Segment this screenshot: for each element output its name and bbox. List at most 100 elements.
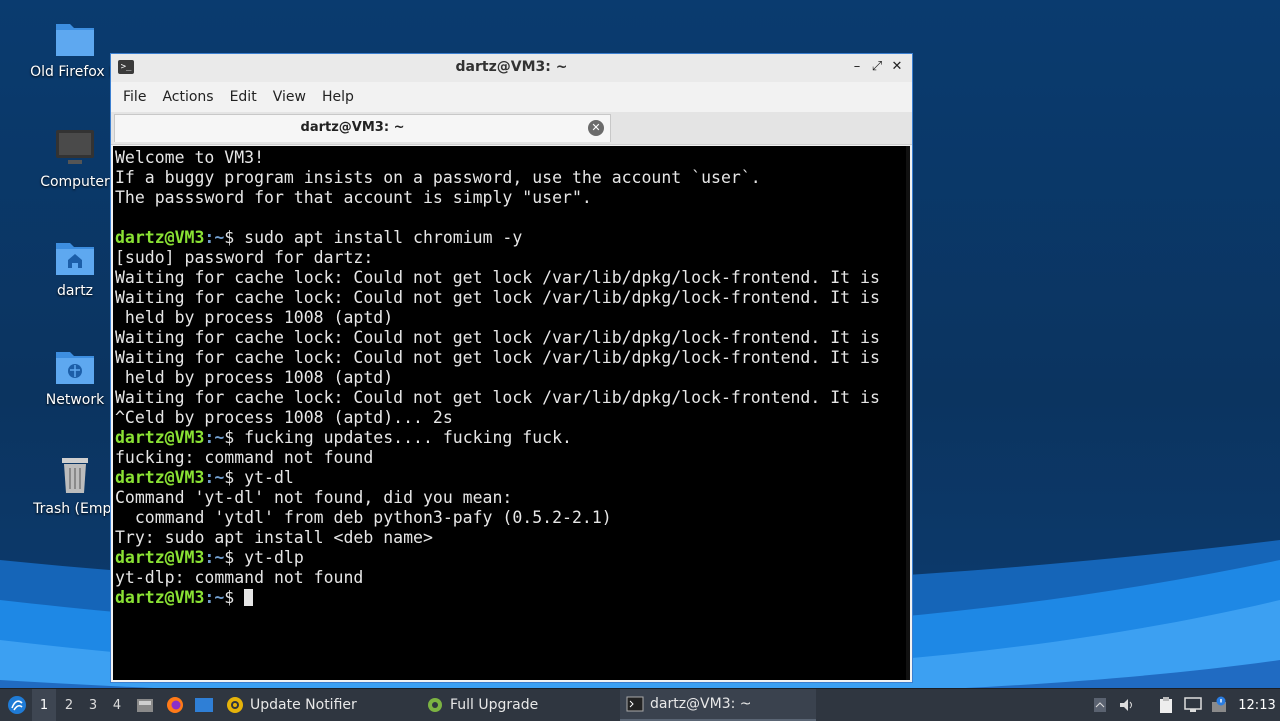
folder-icon [56, 24, 94, 56]
workspace-3[interactable]: 3 [81, 689, 105, 721]
command-text: yt-dlp [244, 548, 304, 567]
file-manager-icon [137, 699, 153, 712]
show-desktop-button[interactable] [192, 689, 216, 721]
prompt-user: dartz@VM3 [115, 428, 205, 447]
terminal-window[interactable]: >_ dartz@VM3: ~ – ⤢ ✕ File Actions Edit … [110, 53, 913, 683]
taskbar-window-full-upgrade[interactable]: Full Upgrade [420, 689, 622, 721]
terminal-prompt-line: dartz@VM3:~$ [115, 588, 880, 608]
terminal-output-line: yt-dlp: command not found [115, 568, 364, 587]
network-status-button[interactable] [1182, 689, 1204, 721]
terminal-output-line: If a buggy program insists on a password… [115, 168, 761, 187]
tab-close-icon[interactable]: ✕ [588, 120, 604, 136]
terminal-output[interactable]: Welcome to VM3! If a buggy program insist… [113, 146, 910, 680]
prompt-symbol: $ [224, 588, 245, 607]
clipboard-icon [1160, 697, 1172, 713]
prompt-symbol: $ [224, 548, 245, 567]
home-folder-icon [56, 243, 94, 275]
command-text: yt-dl [244, 468, 294, 487]
taskbar-window-label: Full Upgrade [450, 697, 539, 713]
terminal-output-line: Try: sudo apt install <deb name> [115, 528, 433, 547]
prompt-user: dartz@VM3 [115, 548, 205, 567]
network-icon [1184, 697, 1202, 712]
menu-bar: File Actions Edit View Help [111, 82, 912, 112]
lubuntu-logo-icon [8, 696, 26, 714]
prompt-path: :~ [204, 468, 225, 487]
network-folder-icon [56, 352, 94, 384]
terminal-output-line: Command 'yt-dl' not found, did you mean: [115, 488, 513, 507]
terminal-output-line: The passsword for that account is simply… [115, 188, 592, 207]
taskbar-window-terminal[interactable]: dartz@VM3: ~ [620, 689, 816, 721]
prompt-user: dartz@VM3 [115, 588, 205, 607]
trash-icon [62, 458, 88, 493]
prompt-symbol: $ [224, 428, 245, 447]
start-menu-button[interactable] [4, 689, 30, 721]
speaker-icon [1120, 699, 1132, 711]
taskbar-window-label: dartz@VM3: ~ [650, 696, 752, 712]
taskbar: 1 2 3 4 Update Notifier Full Upgrade dar… [0, 688, 1280, 721]
update-notifier-icon [227, 697, 243, 713]
firefox-launcher[interactable] [163, 689, 187, 721]
menu-actions[interactable]: Actions [154, 89, 221, 105]
terminal-output-line: Waiting for cache lock: Could not get lo… [115, 268, 880, 287]
prompt-path: :~ [204, 228, 225, 247]
terminal-icon [626, 696, 644, 712]
menu-edit[interactable]: Edit [222, 89, 265, 105]
workspace-2[interactable]: 2 [57, 689, 81, 721]
terminal-cursor [244, 589, 254, 606]
minimize-button[interactable]: – [848, 58, 866, 76]
menu-view[interactable]: View [265, 89, 314, 105]
volume-button[interactable] [1117, 689, 1137, 721]
tab-label: dartz@VM3: ~ [300, 120, 405, 135]
taskbar-window-label: Update Notifier [250, 697, 357, 713]
terminal-output-line: held by process 1008 (aptd) [115, 368, 394, 387]
firefox-icon [167, 697, 183, 713]
terminal-output-line: Welcome to VM3! [115, 148, 265, 167]
prompt-path: :~ [204, 428, 225, 447]
update-info-icon [1212, 696, 1226, 712]
terminal-prompt-line: dartz@VM3:~$ sudo apt install chromium -… [115, 228, 880, 248]
terminal-lines: Welcome to VM3! If a buggy program insist… [115, 148, 880, 608]
prompt-path: :~ [204, 548, 225, 567]
tray-up-arrow-icon [1094, 698, 1106, 712]
desktop-icon [195, 698, 213, 712]
prompt-path: :~ [204, 588, 225, 607]
command-text: fucking updates.... fucking fuck. [244, 428, 572, 447]
terminal-prompt-line: dartz@VM3:~$ yt-dlp [115, 548, 880, 568]
terminal-output-line: Waiting for cache lock: Could not get lo… [115, 328, 880, 347]
terminal-output-line: Waiting for cache lock: Could not get lo… [115, 288, 880, 307]
maximize-button[interactable]: ⤢ [868, 58, 886, 76]
terminal-output-line: fucking: command not found [115, 448, 374, 467]
terminal-output-line: ^Celd by process 1008 (aptd)... 2s [115, 408, 453, 427]
clock[interactable]: 12:13 [1238, 689, 1276, 721]
workspace-1[interactable]: 1 [32, 689, 56, 721]
prompt-user: dartz@VM3 [115, 468, 205, 487]
prompt-symbol: $ [224, 228, 245, 247]
computer-icon [56, 130, 94, 164]
menu-file[interactable]: File [115, 89, 154, 105]
window-titlebar[interactable]: >_ dartz@VM3: ~ – ⤢ ✕ [111, 54, 912, 82]
update-available-button[interactable] [1208, 689, 1230, 721]
command-text: sudo apt install chromium -y [244, 228, 523, 247]
terminal-output-line: Waiting for cache lock: Could not get lo… [115, 348, 880, 367]
prompt-user: dartz@VM3 [115, 228, 205, 247]
window-title: dartz@VM3: ~ [455, 59, 568, 75]
tab-bar: dartz@VM3: ~ ✕ [111, 112, 912, 145]
tab-terminal[interactable]: dartz@VM3: ~ ✕ [114, 114, 611, 142]
terminal-output-line: held by process 1008 (aptd) [115, 308, 394, 327]
terminal-output-line: command 'ytdl' from deb python3-pafy (0.… [115, 508, 612, 527]
taskbar-window-update-notifier[interactable]: Update Notifier [220, 689, 422, 721]
workspace-4[interactable]: 4 [105, 689, 129, 721]
terminal-output-line: [sudo] password for dartz: [115, 248, 374, 267]
tray-expand-button[interactable] [1090, 689, 1110, 721]
prompt-symbol: $ [224, 468, 245, 487]
terminal-scrollbar[interactable] [906, 146, 910, 680]
terminal-output-line: Waiting for cache lock: Could not get lo… [115, 388, 880, 407]
file-manager-launcher[interactable] [134, 689, 156, 721]
menu-help[interactable]: Help [314, 89, 362, 105]
terminal-prompt-line: dartz@VM3:~$ yt-dl [115, 468, 880, 488]
clipboard-button[interactable] [1155, 689, 1177, 721]
terminal-prompt-line: dartz@VM3:~$ fucking updates.... fucking… [115, 428, 880, 448]
close-button[interactable]: ✕ [888, 58, 906, 76]
gear-icon [428, 698, 442, 712]
